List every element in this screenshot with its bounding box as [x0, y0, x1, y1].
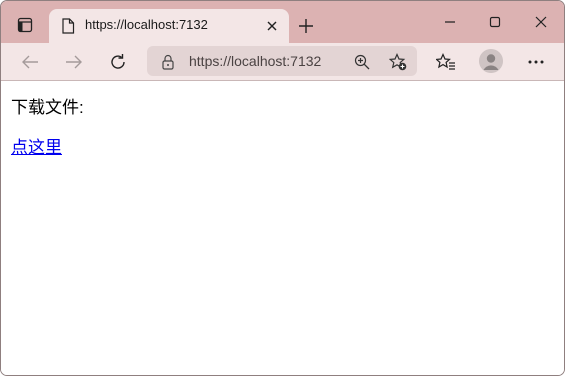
plus-icon: [298, 18, 314, 34]
forward-button[interactable]: [59, 47, 89, 77]
address-bar[interactable]: https://localhost:7132: [147, 46, 417, 76]
lock-icon[interactable]: [161, 54, 175, 70]
tab-close-button[interactable]: [263, 17, 281, 35]
tab-title: https://localhost:7132: [85, 17, 208, 32]
arrow-left-icon: [21, 54, 39, 70]
page-icon: [61, 18, 75, 34]
url-text: https://localhost:7132: [189, 53, 322, 69]
tab-strip: https://localhost:7132: [1, 1, 564, 43]
add-favorite-button[interactable]: [387, 51, 409, 73]
new-tab-button[interactable]: [293, 13, 319, 39]
back-button[interactable]: [15, 47, 45, 77]
arrow-right-icon: [65, 54, 83, 70]
star-add-icon: [389, 53, 407, 71]
person-icon: [479, 49, 503, 73]
close-window-button[interactable]: [521, 7, 561, 37]
favorites-icon: [436, 53, 456, 71]
tab-actions-button[interactable]: [9, 11, 41, 39]
page-content: 下载文件: 点这里: [1, 81, 564, 375]
tab-actions-icon: [17, 17, 33, 33]
maximize-icon: [489, 16, 501, 28]
download-label: 下载文件:: [11, 98, 84, 117]
profile-avatar[interactable]: [479, 49, 503, 73]
refresh-icon: [109, 53, 127, 71]
zoom-button[interactable]: [351, 51, 373, 73]
zoom-in-icon: [354, 54, 370, 70]
close-icon: [535, 16, 547, 28]
maximize-button[interactable]: [475, 7, 515, 37]
tab-active[interactable]: https://localhost:7132: [49, 9, 289, 43]
close-icon: [267, 21, 277, 31]
browser-window: https://localhost:7132 https://localhost…: [0, 0, 565, 376]
download-link[interactable]: 点这里: [11, 133, 62, 158]
more-dots-icon: [528, 60, 544, 64]
minimize-icon: [444, 16, 456, 28]
refresh-button[interactable]: [103, 47, 133, 77]
settings-more-button[interactable]: [521, 47, 551, 77]
minimize-button[interactable]: [430, 7, 470, 37]
favorites-button[interactable]: [431, 47, 461, 77]
navigation-toolbar: https://localhost:7132: [1, 43, 564, 81]
